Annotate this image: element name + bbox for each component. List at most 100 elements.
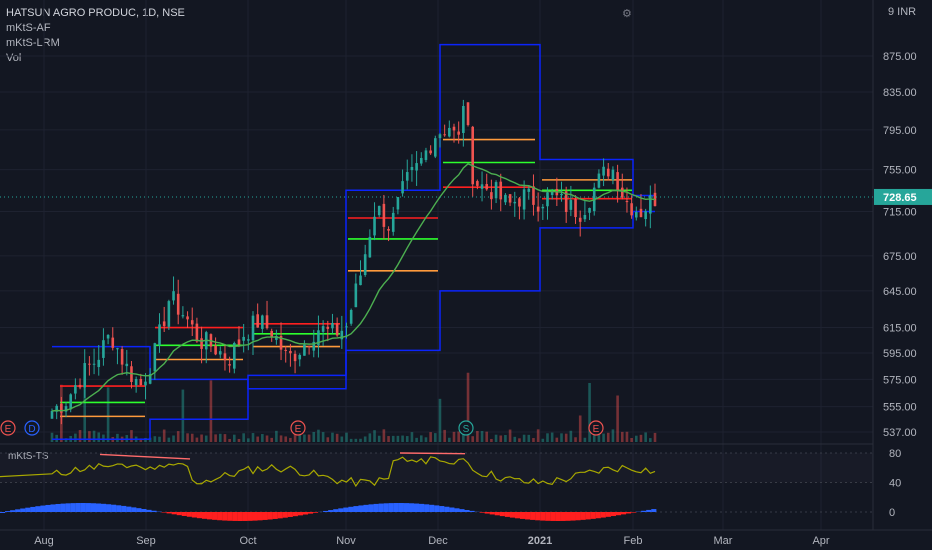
osc-histogram-bar [413,503,420,512]
volume-bar [504,435,507,442]
candle-body [293,353,297,362]
osc-histogram-bar [267,512,273,520]
volume-bar [644,432,647,442]
lower-channel [52,210,655,440]
x-tick-label: Apr [812,535,829,547]
candle-body [218,351,222,355]
volume-bar [522,434,526,442]
last-price-label: 728.65 [883,192,917,204]
osc-histogram-bar [141,508,147,512]
volume-bar [518,438,521,442]
volume-bar [410,432,414,442]
osc-histogram-bar [419,503,425,512]
osc-histogram-bar [151,510,157,512]
volume-bar [653,432,657,442]
volume-bar [494,434,498,442]
candle-body [401,181,404,194]
candle-body [490,192,493,200]
osc-histogram-bar [70,503,76,512]
candle-body [635,211,638,218]
osc-histogram-bar [15,509,21,512]
candle-body [265,315,269,329]
volume-bar [209,380,213,442]
volume-bar [471,436,474,442]
event-label: E [5,424,12,435]
event-label: E [593,424,600,435]
volume-bar [438,398,442,442]
candle-body [471,126,474,185]
channel-lines [52,43,655,440]
volume-bar [265,435,269,442]
osc-histogram-bar [5,511,11,512]
volume-bar [452,431,456,442]
osc-histogram-bar [631,512,637,513]
candle-body [522,189,526,210]
candle-body [508,194,512,203]
volume-bar [625,431,629,442]
osc-histogram-bar [454,508,460,512]
candle-body [443,134,446,136]
osc-histogram-bar [242,512,248,521]
volume-bar [237,438,241,442]
candle-body [518,198,521,207]
osc-histogram-bar [232,512,238,521]
osc-histogram-bar [111,504,117,512]
osc-histogram-bar [338,508,344,512]
volume-bar [574,437,577,442]
osc-histogram-bar [383,503,389,512]
x-tick-label: Oct [239,535,256,547]
candle-body [410,166,414,171]
volume-bar [569,430,573,442]
osc-histogram-bar [484,512,490,514]
volume-bar [546,433,549,442]
x-tick-label: Dec [428,535,448,547]
volume-bar [55,434,58,442]
volume-bar [485,431,489,442]
osc-histogram-bar [444,506,450,512]
osc-histogram-bar [368,504,374,512]
volume-bar [490,438,493,442]
osc-histogram-bar [45,504,51,512]
candle-body [237,339,241,345]
candle-body [106,334,110,339]
candle-body [335,323,339,336]
volume-bar [116,433,119,442]
osc-histogram-bar [565,512,571,521]
candle-body [144,381,147,386]
osc-histogram-bar [100,503,107,512]
osc-histogram-bar [222,512,228,521]
candle-body [368,236,372,258]
price-chart[interactable]: E D E S E 80 40 0 875.00 835.00 795.00 755.00 715.… [0,0,932,550]
osc-histogram-bar [80,503,86,512]
volume-bar [349,438,353,442]
event-label: E [295,424,302,435]
volume-bar [611,429,615,442]
volume-bar [242,433,245,442]
candle-body [186,316,189,320]
volume-bar [186,433,189,442]
candle-body [625,201,629,203]
volume-bar [270,437,273,442]
candle-body [242,336,245,341]
volume-bar [363,436,367,442]
osc-histogram-bar [292,512,298,517]
candle-body [359,275,362,286]
osc-histogram-bar [509,512,516,518]
osc-histogram-bar [605,512,611,517]
y-tick-label: 795.00 [883,125,917,137]
candle-body [574,199,577,218]
candle-body [88,363,91,365]
volume-bar [635,435,638,442]
osc-histogram-bar [530,512,536,520]
volume-bar [261,434,264,442]
ema-line-path [51,162,656,412]
y-tick-label: 595.00 [883,348,917,360]
volume-bar [92,430,96,442]
osc-histogram-bar [373,503,379,512]
osc-histogram-bar [641,510,647,512]
volume-bar [340,436,344,442]
osc-histogram-bar [257,512,263,521]
osc-histogram-bar [227,512,233,521]
osc-histogram-bar [519,512,526,519]
volume-bar [251,433,255,442]
